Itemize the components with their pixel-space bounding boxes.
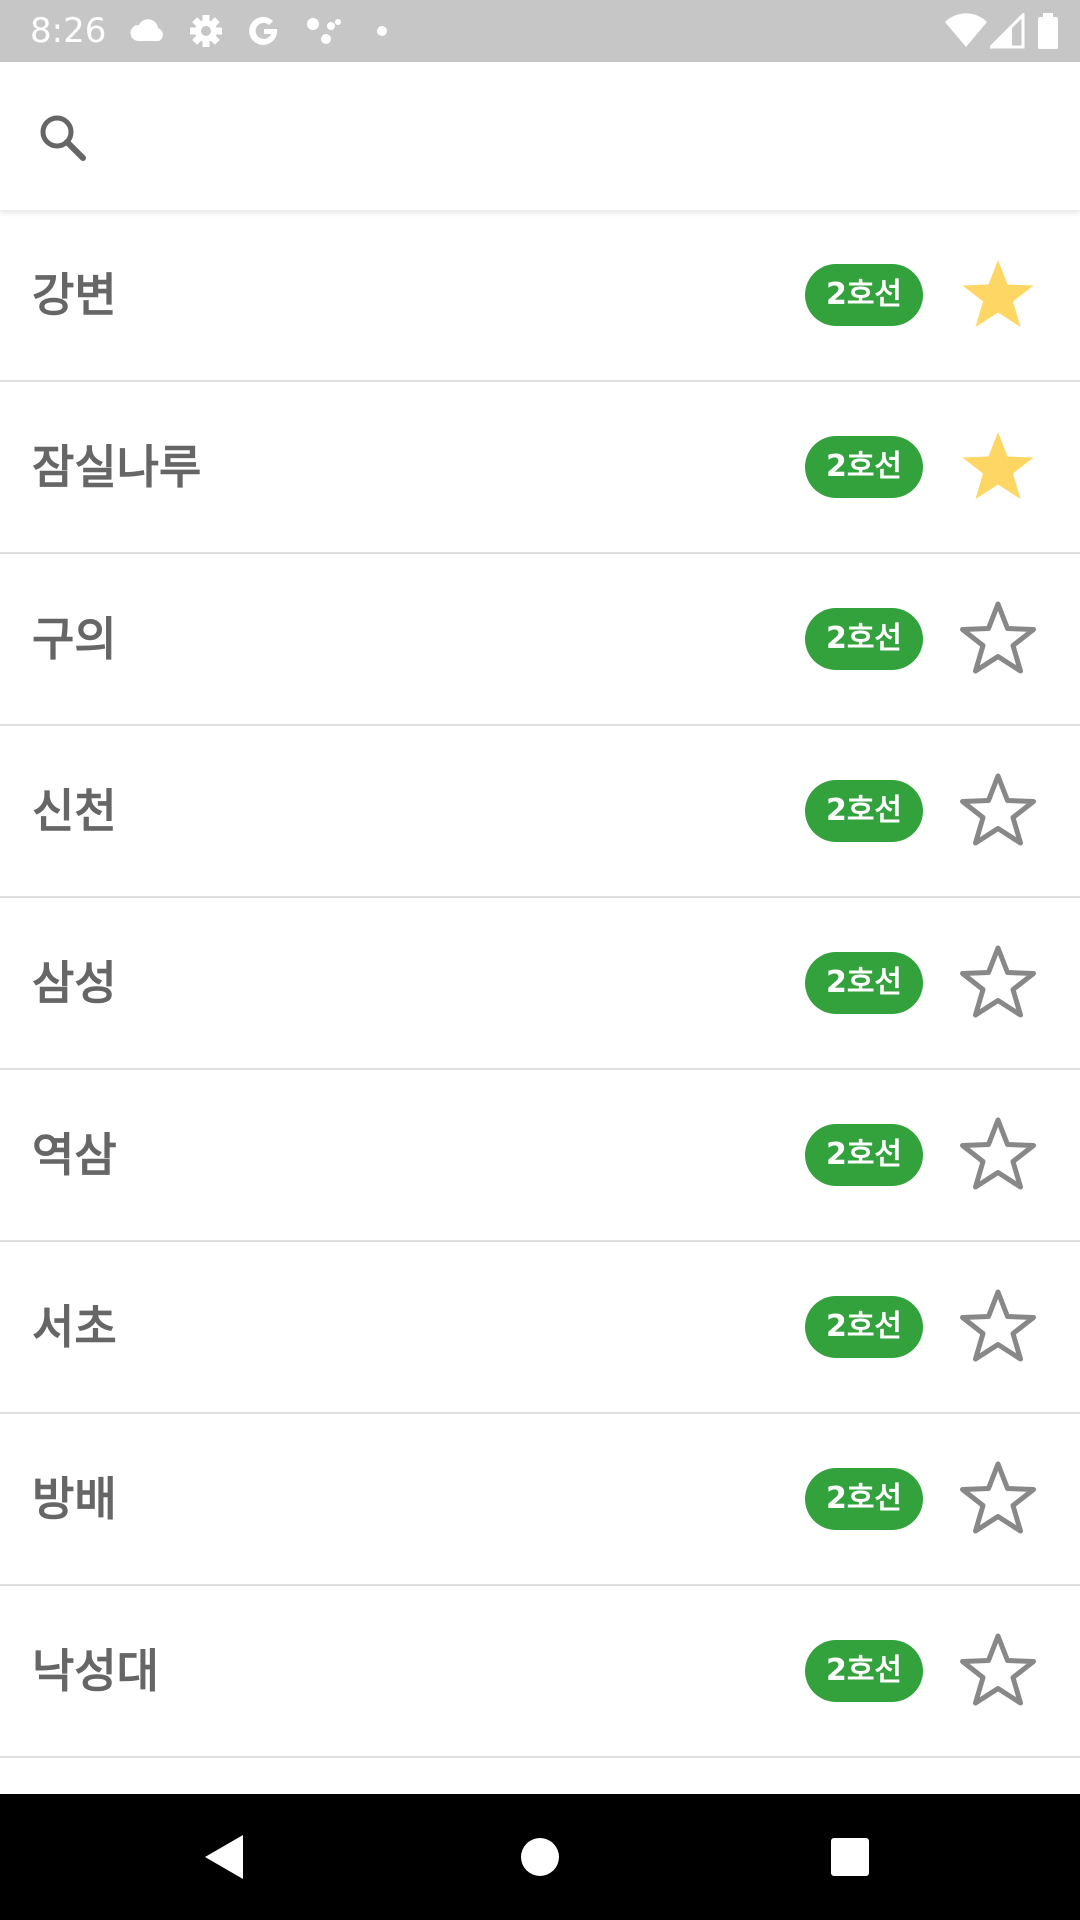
favorite-star-filled-icon[interactable]	[956, 426, 1040, 510]
line-badge: 2호선	[805, 264, 923, 326]
line-badge: 2호선	[805, 436, 923, 498]
navigation-bar	[0, 1794, 1080, 1920]
line-badge: 2호선	[805, 1640, 923, 1702]
search-bar	[0, 62, 1080, 210]
station-row[interactable]: 구의 2호선	[0, 554, 1080, 726]
star-icon	[960, 773, 1036, 846]
star-icon	[962, 432, 1034, 499]
station-name: 낙성대	[32, 1644, 159, 1698]
google-icon	[249, 16, 278, 45]
station-name: 강변	[32, 268, 117, 322]
home-icon[interactable]	[510, 1827, 570, 1887]
station-row[interactable]: 강변 2호선	[0, 210, 1080, 382]
search-icon[interactable]	[36, 111, 88, 163]
favorite-star-outline-icon[interactable]	[956, 770, 1040, 854]
favorite-star-outline-icon[interactable]	[956, 1114, 1040, 1198]
station-name: 삼성	[32, 956, 117, 1010]
station-name: 역삼	[32, 1128, 117, 1182]
station-name: 방배	[32, 1472, 117, 1526]
station-row[interactable]: 서초 2호선	[0, 1242, 1080, 1414]
station-row[interactable]: 신천 2호선	[0, 726, 1080, 898]
dot-icon	[377, 26, 387, 36]
favorite-star-outline-icon[interactable]	[956, 1286, 1040, 1370]
search-input[interactable]	[120, 92, 1044, 182]
station-row[interactable]: 잠실나루 2호선	[0, 382, 1080, 554]
station-row[interactable]: 삼성 2호선	[0, 898, 1080, 1070]
screen: 8:26 강변 2호선 잠실나루 2호선 구의 2호선 신천 2호선 삼성 2호…	[0, 0, 1080, 1920]
favorite-star-outline-icon[interactable]	[956, 1458, 1040, 1542]
line-badge: 2호선	[805, 952, 923, 1014]
star-icon	[960, 601, 1036, 674]
recents-icon[interactable]	[820, 1827, 880, 1887]
star-icon	[960, 1633, 1036, 1706]
star-icon	[960, 1289, 1036, 1362]
battery-icon	[1038, 13, 1058, 49]
signal-icon	[990, 13, 1025, 49]
station-row[interactable]: 방배 2호선	[0, 1414, 1080, 1586]
favorite-star-outline-icon[interactable]	[956, 1630, 1040, 1714]
line-badge: 2호선	[805, 1468, 923, 1530]
station-name: 신천	[32, 784, 117, 838]
cloud-icon	[130, 19, 163, 41]
back-icon[interactable]	[195, 1827, 255, 1887]
assistant-dots-icon	[307, 18, 341, 44]
line-badge: 2호선	[805, 1124, 923, 1186]
favorite-star-outline-icon[interactable]	[956, 598, 1040, 682]
wifi-icon	[945, 13, 987, 47]
line-badge: 2호선	[805, 1296, 923, 1358]
star-icon	[960, 1117, 1036, 1190]
line-badge: 2호선	[805, 608, 923, 670]
status-time: 8:26	[30, 11, 107, 51]
station-name: 서초	[32, 1300, 117, 1354]
station-name: 잠실나루	[32, 440, 202, 494]
favorite-star-outline-icon[interactable]	[956, 942, 1040, 1026]
station-row[interactable]: 낙성대 2호선	[0, 1586, 1080, 1758]
station-list[interactable]: 강변 2호선 잠실나루 2호선 구의 2호선 신천 2호선 삼성 2호선 역삼 2호선 서초 2호선 방배 2…	[0, 210, 1080, 1794]
favorite-star-filled-icon[interactable]	[956, 254, 1040, 338]
line-badge: 2호선	[805, 780, 923, 842]
star-icon	[962, 260, 1034, 327]
station-name: 구의	[32, 612, 117, 666]
station-row[interactable]: 역삼 2호선	[0, 1070, 1080, 1242]
star-icon	[960, 1461, 1036, 1534]
status-bar: 8:26	[0, 0, 1080, 62]
settings-icon	[190, 15, 222, 47]
star-icon	[960, 945, 1036, 1018]
